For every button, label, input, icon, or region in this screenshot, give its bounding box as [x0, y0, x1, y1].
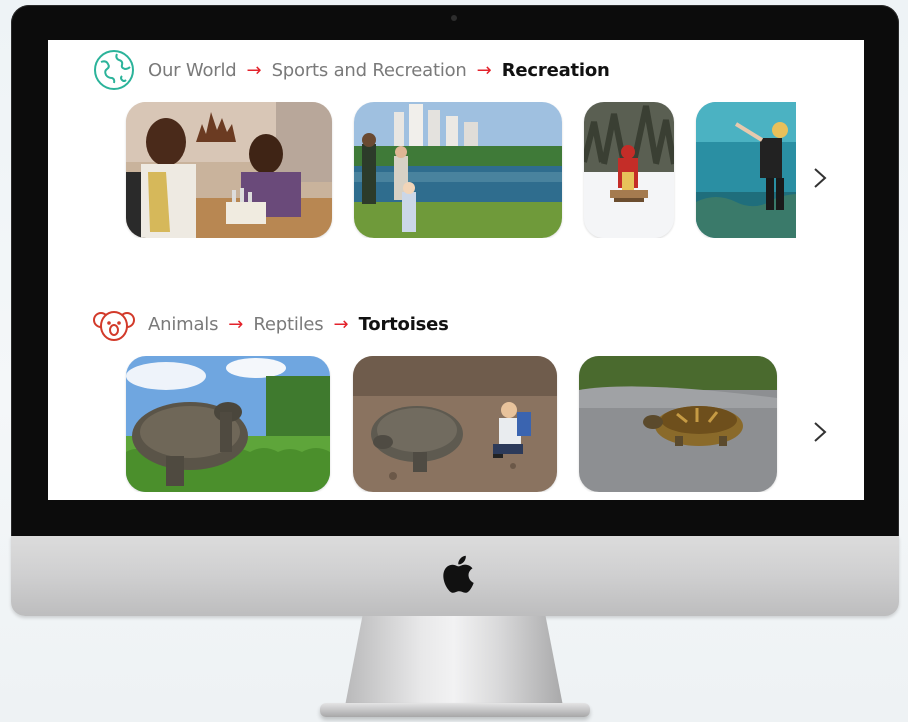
giant-tortoise-grass-photo — [126, 356, 330, 492]
men-playing-chess-photo — [126, 102, 332, 238]
chevron-right-icon — [814, 422, 827, 442]
image-carousel — [48, 356, 796, 492]
kids-by-lake-photo — [354, 102, 562, 238]
screen: Our World → Sports and Recreation → Recr… — [48, 40, 864, 500]
image-tile[interactable] — [126, 356, 330, 492]
breadcrumb-item[interactable]: Our World — [148, 60, 237, 81]
boy-with-tortoise-photo — [353, 356, 557, 492]
arrow-right-icon: → — [333, 313, 349, 335]
koala-icon — [93, 311, 135, 341]
image-carousel — [48, 102, 796, 238]
carousel-next-button[interactable] — [805, 163, 835, 193]
breadcrumb-current: Recreation — [501, 59, 610, 81]
monitor-stand — [345, 616, 563, 706]
image-tile[interactable] — [353, 356, 557, 492]
arrow-right-icon: → — [228, 313, 244, 335]
breadcrumb: Our World → Sports and Recreation → Recr… — [92, 48, 610, 92]
child-on-sled-photo — [584, 102, 674, 238]
image-tile[interactable] — [579, 356, 777, 492]
image-tile[interactable] — [126, 102, 332, 238]
arrow-right-icon: → — [246, 59, 262, 81]
arrow-right-icon: → — [476, 59, 492, 81]
image-tile[interactable] — [584, 102, 674, 238]
breadcrumb: Animals → Reptiles → Tortoises — [92, 302, 449, 346]
carousel-next-button[interactable] — [805, 417, 835, 447]
scuba-diver-photo — [696, 102, 796, 238]
globe-icon — [94, 50, 134, 90]
camera-dot — [451, 15, 457, 21]
breadcrumb-current: Tortoises — [358, 313, 449, 335]
chevron-right-icon — [814, 168, 827, 188]
breadcrumb-item[interactable]: Animals — [148, 314, 218, 335]
breadcrumb-item[interactable]: Reptiles — [253, 314, 323, 335]
image-tile[interactable] — [354, 102, 562, 238]
image-tile[interactable] — [696, 102, 796, 238]
breadcrumb-item[interactable]: Sports and Recreation — [272, 60, 467, 81]
apple-logo-icon — [443, 555, 474, 593]
monitor-stand-foot — [320, 703, 590, 717]
tortoise-on-road-photo — [579, 356, 777, 492]
